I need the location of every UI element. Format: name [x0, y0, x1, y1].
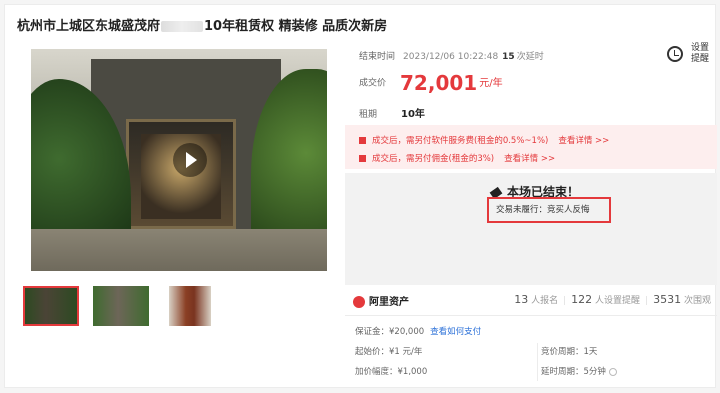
- brand-logo-icon: [353, 296, 365, 308]
- page-title: 杭州市上城区东城盛茂府 10年租赁权 精装修 品质次新房: [17, 15, 387, 34]
- fee-item: 成交后，需另付软件服务费(租金的0.5%~1%) 查看详情 >>: [359, 134, 609, 146]
- title-right: 10年租赁权 精装修 品质次新房: [204, 19, 388, 34]
- deposit-row: 保证金：¥20,000 查看如何支付: [355, 327, 482, 337]
- term-value: 10年: [401, 109, 425, 120]
- fee-detail-link[interactable]: 查看详情 >>: [504, 154, 555, 164]
- play-icon[interactable]: [173, 143, 207, 177]
- fee-notice: 成交后，需另付软件服务费(租金的0.5%~1%) 查看详情 >> 成交后，需另付佣…: [345, 125, 717, 169]
- help-icon[interactable]: [608, 367, 617, 376]
- notice-icon: [359, 155, 366, 162]
- auction-ended-panel: 本场已结束！ 交易未履行：竞买人反悔: [345, 173, 717, 285]
- redacted-block: [161, 21, 204, 32]
- fee-detail-link[interactable]: 查看详情 >>: [558, 136, 609, 146]
- alarm-clock-icon: [667, 46, 683, 62]
- auction-card: 杭州市上城区东城盛茂府 10年租赁权 精装修 品质次新房 结束时间 2023/12/…: [4, 4, 717, 388]
- end-time-row: 结束时间 2023/12/06 10:22:48 15 次延时: [359, 52, 544, 62]
- price-value: 72,001: [400, 71, 478, 95]
- price-row: 成交价 72,001 元/年: [359, 71, 503, 95]
- divider: [537, 343, 538, 381]
- end-time-value: 2023/12/06 10:22:48: [403, 52, 499, 62]
- thumbnail-2[interactable]: [93, 286, 149, 326]
- ended-reason: 交易未履行：竞买人反悔: [487, 197, 611, 223]
- divider: [345, 315, 717, 316]
- title-left: 杭州市上城区东城盛茂府: [17, 19, 161, 34]
- start-price: 起始价：¥1 元/年: [355, 347, 423, 357]
- bid-cycle: 竞价周期：1天: [541, 347, 598, 357]
- delay-count: 15: [502, 52, 515, 62]
- reminder-label: 设置提醒: [690, 43, 709, 64]
- notice-icon: [359, 137, 366, 144]
- auction-stats: 13 人报名 | 122 人设置提醒 | 3531 次围观: [514, 293, 711, 306]
- fee-item: 成交后，需另付佣金(租金的3%) 查看详情 >>: [359, 152, 555, 164]
- main-photo[interactable]: [31, 49, 327, 271]
- term-row: 租期 10年: [359, 109, 425, 120]
- brand-stats-row: 阿里资产 13 人报名 | 122 人设置提醒 | 3531 次围观: [345, 291, 717, 313]
- bid-increment: 加价幅度：¥1,000: [355, 367, 428, 377]
- price-unit: 元/年: [479, 77, 503, 89]
- thumbnail-3[interactable]: [169, 286, 211, 326]
- delay-cycle: 延时周期：5分钟: [541, 365, 617, 377]
- thumbnail-1[interactable]: [23, 286, 79, 326]
- brand: 阿里资产: [353, 293, 409, 308]
- payment-help-link[interactable]: 查看如何支付: [430, 327, 481, 337]
